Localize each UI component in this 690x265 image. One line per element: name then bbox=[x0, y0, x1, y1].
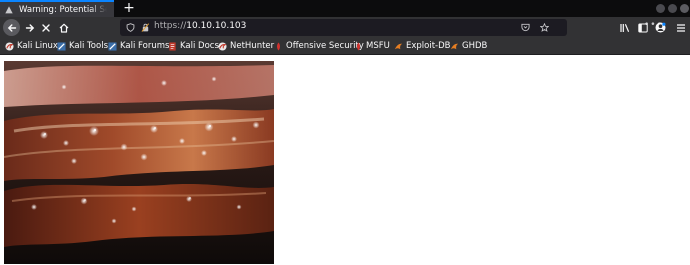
warning-icon bbox=[5, 5, 13, 13]
kali-forums-icon bbox=[108, 41, 117, 51]
forward-arrow-icon bbox=[25, 23, 34, 32]
close-window-button[interactable] bbox=[680, 4, 689, 13]
url-protocol: https:// bbox=[154, 21, 187, 31]
tab-strip: Warning: Potential Security Risk Ahead + bbox=[0, 0, 690, 17]
stop-icon bbox=[41, 23, 50, 32]
back-arrow-icon bbox=[7, 23, 16, 32]
bookmark-msfu[interactable]: MSFU bbox=[354, 40, 390, 52]
exploitdb-icon bbox=[394, 43, 403, 49]
url-text[interactable]: https://10.10.10.103 bbox=[154, 21, 246, 31]
home-button[interactable] bbox=[55, 19, 72, 36]
bookmark-nethunter[interactable]: NetHunter bbox=[218, 40, 274, 52]
ghdb-icon bbox=[450, 43, 459, 49]
back-button[interactable] bbox=[3, 19, 20, 36]
url-host: 10.10.10.103 bbox=[186, 21, 247, 31]
kali-tools-icon bbox=[57, 41, 66, 51]
tracking-shield-icon[interactable] bbox=[126, 23, 135, 32]
bookmark-kali-linux[interactable]: Kali Linux bbox=[5, 40, 58, 52]
menu-icon[interactable] bbox=[676, 23, 686, 33]
url-bar[interactable]: https://10.10.10.103 ••• bbox=[120, 19, 662, 36]
forward-button[interactable] bbox=[21, 19, 38, 36]
library-icon[interactable] bbox=[620, 23, 630, 33]
msfu-icon bbox=[356, 41, 361, 51]
bookmarks-toolbar: Kali Linux Kali Tools Kali Forums Kali D… bbox=[0, 38, 690, 55]
insecure-lock-icon[interactable] bbox=[141, 23, 150, 32]
pocket-icon[interactable] bbox=[521, 23, 530, 32]
bookmark-kali-forums[interactable]: Kali Forums bbox=[108, 40, 169, 52]
bookmark-star-icon[interactable] bbox=[540, 23, 549, 32]
minimize-button[interactable] bbox=[656, 4, 665, 13]
tab-active[interactable]: Warning: Potential Security Risk Ahead bbox=[0, 0, 114, 17]
tab-title: Warning: Potential Security Risk Ahead bbox=[19, 4, 107, 15]
bookmark-kali-tools[interactable]: Kali Tools bbox=[57, 40, 108, 52]
account-icon[interactable] bbox=[655, 22, 666, 33]
kali-docs-icon bbox=[169, 41, 176, 51]
bookmark-kali-docs[interactable]: Kali Docs bbox=[168, 40, 219, 52]
sidebar-icon[interactable] bbox=[638, 23, 648, 33]
bacon-image bbox=[4, 61, 274, 264]
bookmark-exploit-db[interactable]: Exploit-DB bbox=[394, 40, 451, 52]
nethunter-icon bbox=[218, 41, 227, 51]
offsec-icon bbox=[276, 41, 281, 51]
kali-icon bbox=[5, 41, 14, 51]
home-icon bbox=[59, 23, 68, 33]
new-tab-button[interactable]: + bbox=[122, 1, 136, 15]
bookmark-offensive-security[interactable]: Offensive Security bbox=[274, 40, 364, 52]
bookmark-ghdb[interactable]: GHDB bbox=[450, 40, 487, 52]
navigation-toolbar: https://10.10.10.103 ••• bbox=[0, 17, 690, 38]
maximize-button[interactable] bbox=[668, 4, 677, 13]
stop-button[interactable] bbox=[37, 19, 54, 36]
bacon-photo bbox=[4, 61, 274, 264]
